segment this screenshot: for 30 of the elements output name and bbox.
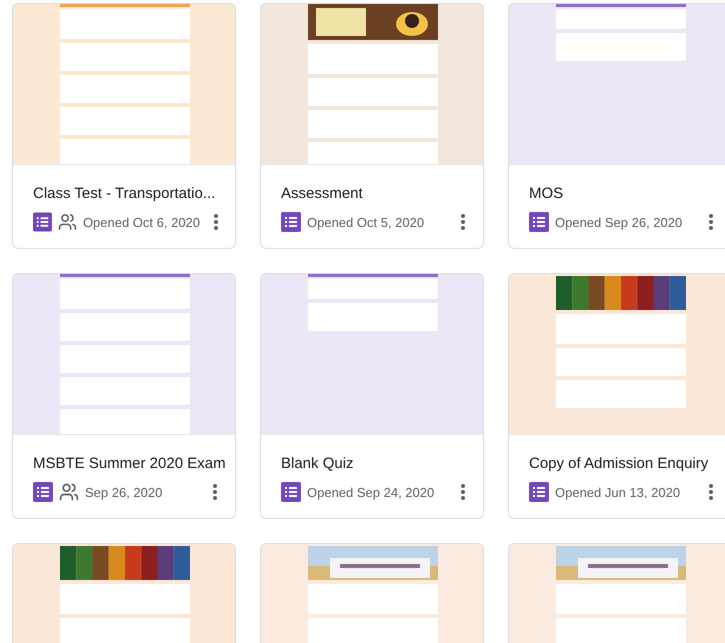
- form-card[interactable]: Assessment Opened Oct 5, 2020: [260, 3, 484, 249]
- form-title: Assessment: [281, 185, 364, 202]
- opened-date: Opened Sep 24, 2020: [307, 484, 436, 500]
- more-vertical-icon: [461, 214, 465, 230]
- more-vertical-icon: [709, 214, 713, 230]
- form-card[interactable]: MOS Opened Sep 26, 2020: [508, 3, 725, 249]
- form-card[interactable]: Blank Quiz Opened Sep 24, 2020: [260, 273, 484, 519]
- form-icon: [529, 482, 549, 502]
- form-title: Class Test - Transportatio...: [33, 185, 216, 202]
- form-title: MSBTE Summer 2020 Exam: [33, 455, 225, 472]
- opened-date: Opened Oct 6, 2020: [82, 214, 200, 230]
- form-title: Blank Quiz: [281, 455, 355, 472]
- form-title: Copy of Admission Enquiry: [529, 455, 710, 472]
- opened-date: Opened Jun 13, 2020: [555, 484, 682, 500]
- form-title: MOS: [529, 185, 564, 202]
- opened-date: Sep 26, 2020: [85, 484, 164, 500]
- form-icon: [33, 482, 53, 502]
- form-icon: [281, 482, 301, 502]
- form-icon: [33, 212, 52, 232]
- opened-date: Opened Oct 5, 2020: [307, 214, 426, 230]
- form-card[interactable]: MSBTE Summer 2020 Exam Sep 26, 2020: [12, 273, 236, 519]
- form-icon: [281, 212, 301, 232]
- more-vertical-icon: [214, 214, 218, 230]
- form-icon: [529, 212, 549, 232]
- opened-date: Opened Sep 26, 2020: [555, 214, 684, 230]
- more-vertical-icon: [213, 484, 217, 500]
- form-card[interactable]: Class Test - Transportatio... Opened Oct 6, 2020: [12, 3, 236, 249]
- more-vertical-icon: [709, 484, 713, 500]
- more-vertical-icon: [461, 484, 465, 500]
- form-card[interactable]: Copy of Admission Enquiry Opened Jun 13, 2020: [508, 273, 725, 519]
